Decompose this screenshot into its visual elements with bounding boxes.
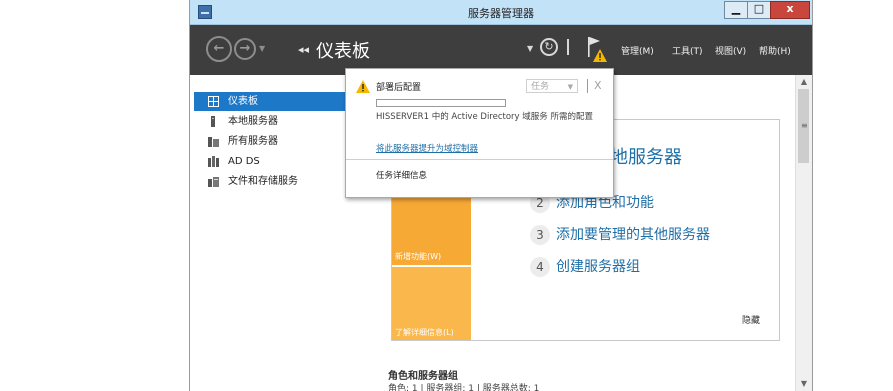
back-arrow-icon[interactable]: ← xyxy=(206,36,232,62)
step-create-group[interactable]: 4 创建服务器组 xyxy=(530,256,640,277)
refresh-icon[interactable]: ↻ xyxy=(540,38,558,56)
task-dropdown[interactable]: 任务 ▼ xyxy=(526,79,578,93)
hide-link[interactable]: 隐藏 xyxy=(742,313,760,326)
step-number: 4 xyxy=(530,257,550,277)
popup-title: 部署后配置 xyxy=(376,83,422,93)
sidebar-item-label: 本地服务器 xyxy=(228,116,278,127)
popup-separator xyxy=(587,79,588,93)
learn-more-label[interactable]: 了解详细信息(L) xyxy=(395,327,454,338)
step-label[interactable]: 创建服务器组 xyxy=(556,259,640,275)
task-dropdown-label: 任务 xyxy=(531,82,550,92)
popup-message: HISSERVER1 中的 Active Directory 域服务 所需的配置 xyxy=(376,112,593,122)
sidebar-item-label: 文件和存储服务 xyxy=(228,176,298,187)
breadcrumb-arrows-icon: ◂◂ xyxy=(298,43,310,56)
vertical-scrollbar[interactable]: ▲ ≡ ▼ xyxy=(795,75,812,391)
maximize-button[interactable]: □ xyxy=(747,1,771,19)
title-bar[interactable]: 服务器管理器 ▁ □ x xyxy=(190,0,812,25)
roles-summary: 角色: 1 | 服务器组: 1 | 服务器总数: 1 xyxy=(388,384,540,391)
minimize-button[interactable]: ▁ xyxy=(724,1,748,19)
close-button[interactable]: x xyxy=(770,1,810,19)
quick-start-heading[interactable]: 地服务器 xyxy=(610,143,682,169)
popup-close-button[interactable]: X xyxy=(594,79,602,92)
notification-popup: 部署后配置 任务 ▼ X HISSERVER1 中的 Active Direct… xyxy=(345,68,614,198)
menu-manage[interactable]: 管理(M) xyxy=(621,44,654,57)
page-title: 仪表板 xyxy=(316,41,370,62)
step-add-servers[interactable]: 3 添加要管理的其他服务器 xyxy=(530,224,710,245)
whats-new-label[interactable]: 新增功能(W) xyxy=(395,251,441,262)
navigation-pane: 仪表板 本地服务器 所有服务器 AD DS 文件和存储服务 xyxy=(190,75,370,391)
scroll-up-arrow-icon[interactable]: ▲ xyxy=(796,75,812,89)
task-details-link[interactable]: 任务详细信息 xyxy=(376,169,427,181)
ad-ds-icon xyxy=(208,156,219,167)
sidebar-item-label: 仪表板 xyxy=(228,96,258,107)
history-dropdown-icon[interactable]: ▼ xyxy=(259,44,265,53)
header-separator xyxy=(567,39,569,55)
scroll-down-arrow-icon[interactable]: ▼ xyxy=(796,377,812,391)
warning-icon xyxy=(356,80,370,93)
sidebar-item-ad-ds[interactable]: AD DS xyxy=(194,152,368,171)
file-storage-icon xyxy=(208,177,219,187)
chevron-down-icon: ▼ xyxy=(567,83,573,91)
servers-icon xyxy=(208,137,219,147)
sidebar-item-file-storage[interactable]: 文件和存储服务 xyxy=(194,172,368,191)
sidebar-item-dashboard[interactable]: 仪表板 xyxy=(194,92,368,111)
sidebar-item-label: 所有服务器 xyxy=(228,136,278,147)
breadcrumb-dropdown-icon[interactable]: ▼ xyxy=(527,44,533,53)
notifications-flag-icon[interactable] xyxy=(586,35,608,63)
step-number: 3 xyxy=(530,225,550,245)
server-icon xyxy=(211,116,215,127)
menu-help[interactable]: 帮助(H) xyxy=(759,44,791,57)
sidebar-item-all-servers[interactable]: 所有服务器 xyxy=(194,132,368,151)
window-title: 服务器管理器 xyxy=(468,7,534,20)
menu-tools[interactable]: 工具(T) xyxy=(672,44,703,57)
scroll-grip-icon: ≡ xyxy=(801,121,808,130)
dashboard-icon xyxy=(208,96,219,107)
sidebar-item-label: AD DS xyxy=(228,156,260,167)
sidebar-item-local-server[interactable]: 本地服务器 xyxy=(194,112,368,131)
step-label[interactable]: 添加要管理的其他服务器 xyxy=(556,227,710,243)
learn-more-tile[interactable]: 了解详细信息(L) xyxy=(392,267,471,340)
progress-bar xyxy=(376,99,506,107)
roles-section-title: 角色和服务器组 xyxy=(388,371,458,382)
forward-arrow-icon[interactable]: → xyxy=(234,38,256,60)
popup-divider xyxy=(346,159,613,160)
promote-dc-link[interactable]: 将此服务器提升为域控制器 xyxy=(376,142,478,154)
menu-view[interactable]: 视图(V) xyxy=(715,44,746,57)
